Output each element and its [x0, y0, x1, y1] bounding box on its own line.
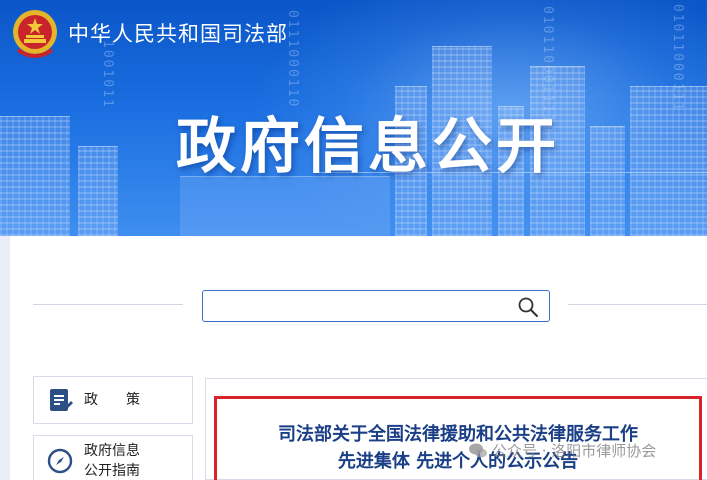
document-edit-icon: [46, 386, 74, 414]
sidebar-item-guide[interactable]: 政府信息 公开指南: [33, 435, 193, 480]
building-shape: [630, 86, 707, 236]
divider-right: [568, 304, 707, 305]
page-title: 政府信息公开: [176, 112, 560, 182]
binary-decoration: 1001011: [100, 40, 115, 109]
building-shape: [590, 126, 625, 236]
sidebar-item-label: 政府信息 公开指南: [84, 443, 140, 479]
wechat-icon: [468, 442, 488, 460]
header-banner: 0101100011110 1001011 0111000110 0101100…: [0, 0, 707, 236]
divider-left: [33, 304, 183, 305]
ministry-name[interactable]: 中华人民共和国司法部: [68, 18, 288, 48]
watermark-text: 公众号 · 洛阳市律师协会: [492, 442, 657, 460]
building-shape: [0, 116, 70, 236]
national-emblem-icon: [10, 6, 60, 62]
search-icon[interactable]: [517, 296, 539, 318]
compass-icon: [46, 447, 74, 475]
watermark: 公众号 · 洛阳市律师协会: [468, 440, 656, 461]
building-shape: [180, 176, 390, 236]
search-input[interactable]: [202, 290, 550, 322]
building-shape: [78, 146, 118, 236]
sidebar-item-policy[interactable]: 政 策: [33, 376, 193, 424]
sidebar-item-label: 政 策: [84, 392, 140, 408]
